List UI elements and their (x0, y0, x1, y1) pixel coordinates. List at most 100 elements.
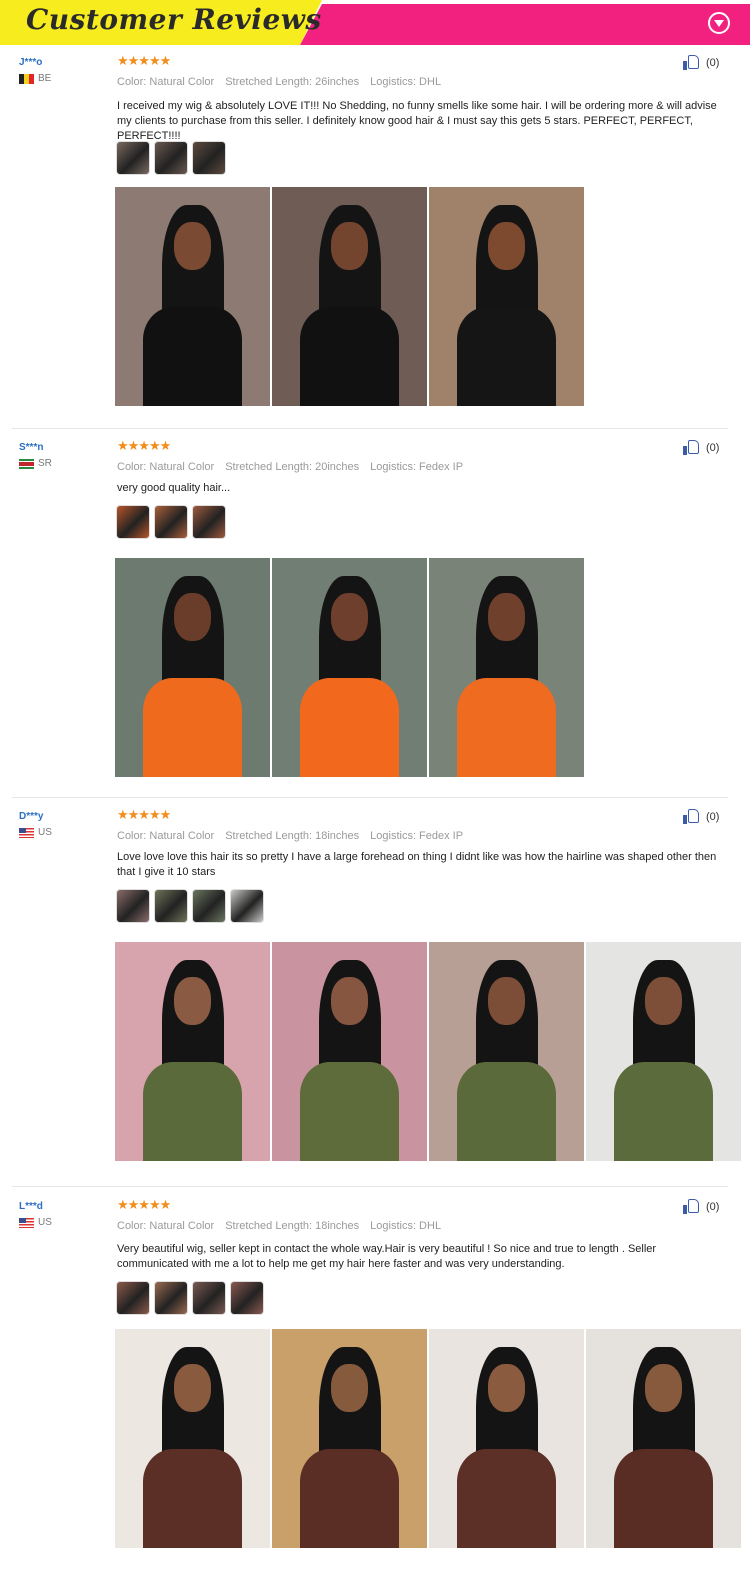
photo-outfit (299, 1449, 400, 1548)
photo-face (330, 593, 369, 642)
review-divider (12, 428, 728, 429)
banner-pink-panel (300, 4, 750, 45)
photo-outfit (142, 678, 243, 777)
attr-length: Stretched Length: 18inches (225, 830, 360, 842)
reviewer-country: US (19, 827, 52, 838)
review-thumbnail[interactable] (116, 889, 150, 923)
review-thumbnail[interactable] (154, 505, 188, 539)
photo-face (487, 1364, 526, 1413)
thumbs-up-icon (683, 809, 700, 824)
review-photo[interactable] (586, 942, 741, 1161)
review-photo[interactable] (115, 558, 270, 777)
photo-face (487, 593, 526, 642)
review-thumbnail[interactable] (154, 889, 188, 923)
attr-logistics: Logistics: DHL (370, 76, 442, 88)
country-flag-icon (19, 73, 34, 84)
reviewer-country: US (19, 1217, 52, 1228)
star-rating: ★★★★★ (117, 438, 171, 453)
photo-face (487, 977, 526, 1026)
review-photo[interactable] (272, 187, 427, 406)
review-thumbnail[interactable] (116, 1281, 150, 1315)
review-thumbnails (116, 141, 226, 175)
review-photo[interactable] (272, 558, 427, 777)
review-photo[interactable] (429, 942, 584, 1161)
photo-outfit (456, 678, 557, 777)
country-flag-icon (19, 458, 34, 469)
review-thumbnail[interactable] (192, 889, 226, 923)
like-button[interactable]: (0) (683, 440, 719, 455)
page-title: Customer Reviews (26, 3, 322, 36)
reviewer-country: BE (19, 73, 51, 84)
review-thumbnail[interactable] (230, 889, 264, 923)
review-attributes: Color: Natural Color Stretched Length: 18… (117, 830, 474, 842)
review-thumbnails (116, 889, 264, 923)
photo-outfit (299, 1062, 400, 1161)
review-text: very good quality hair... (117, 482, 231, 494)
attr-length: Stretched Length: 26inches (225, 76, 360, 88)
photo-outfit (456, 307, 557, 406)
review-photo[interactable] (272, 1329, 427, 1548)
chevron-down-icon[interactable] (708, 12, 730, 34)
review-text: Love love love this hair its so pretty I… (117, 851, 717, 878)
photo-face (487, 222, 526, 271)
country-code: SR (38, 458, 52, 469)
review-photos (115, 187, 584, 406)
review-photo[interactable] (115, 1329, 270, 1548)
photo-outfit (613, 1062, 714, 1161)
review-divider (12, 1186, 728, 1187)
photo-face (173, 593, 212, 642)
reviewer-name: J***o (19, 57, 43, 68)
like-count: (0) (706, 56, 720, 69)
photo-face (173, 222, 212, 271)
review-thumbnails (116, 505, 226, 539)
attr-color: Color: Natural Color (117, 76, 215, 88)
photo-face (173, 1364, 212, 1413)
review-attributes: Color: Natural Color Stretched Length: 18… (117, 1220, 452, 1232)
like-button[interactable]: (0) (683, 1199, 719, 1214)
review-thumbnail[interactable] (154, 141, 188, 175)
review-thumbnail[interactable] (192, 1281, 226, 1315)
attr-logistics: Logistics: Fedex IP (370, 830, 464, 842)
review-thumbnail[interactable] (192, 141, 226, 175)
like-button[interactable]: (0) (683, 55, 719, 70)
review-text: Very beautiful wig, seller kept in conta… (117, 1243, 657, 1270)
review-photos (115, 1329, 741, 1548)
attr-logistics: Logistics: Fedex IP (370, 461, 464, 473)
attr-color: Color: Natural Color (117, 830, 215, 842)
like-button[interactable]: (0) (683, 809, 719, 824)
review-thumbnail[interactable] (192, 505, 226, 539)
country-code: BE (38, 73, 52, 84)
review-photo[interactable] (586, 1329, 741, 1548)
thumbs-up-icon (683, 55, 700, 70)
reviewer-name: D***y (19, 811, 44, 822)
review-thumbnail[interactable] (116, 505, 150, 539)
review-divider (12, 797, 728, 798)
thumbs-up-icon (683, 440, 700, 455)
review-photo[interactable] (429, 1329, 584, 1548)
star-rating: ★★★★★ (117, 53, 171, 68)
photo-face (644, 977, 683, 1026)
review-photo[interactable] (115, 942, 270, 1161)
review-photo[interactable] (272, 942, 427, 1161)
review-photo[interactable] (429, 558, 584, 777)
photo-outfit (142, 1062, 243, 1161)
attr-logistics: Logistics: DHL (370, 1220, 442, 1232)
like-count: (0) (706, 1200, 720, 1213)
country-flag-icon (19, 827, 34, 838)
review-thumbnail[interactable] (116, 141, 150, 175)
review-photos (115, 942, 741, 1161)
thumbs-up-icon (683, 1199, 700, 1214)
review-attributes: Color: Natural Color Stretched Length: 20… (117, 461, 474, 473)
country-code: US (38, 827, 52, 838)
photo-outfit (299, 307, 400, 406)
review-thumbnail[interactable] (230, 1281, 264, 1315)
attr-length: Stretched Length: 18inches (225, 1220, 360, 1232)
photo-outfit (456, 1062, 557, 1161)
photo-face (330, 977, 369, 1026)
star-rating: ★★★★★ (117, 807, 171, 822)
review-photo[interactable] (115, 187, 270, 406)
reviewer-name: S***n (19, 442, 44, 453)
review-photo[interactable] (429, 187, 584, 406)
photo-face (173, 977, 212, 1026)
review-thumbnail[interactable] (154, 1281, 188, 1315)
